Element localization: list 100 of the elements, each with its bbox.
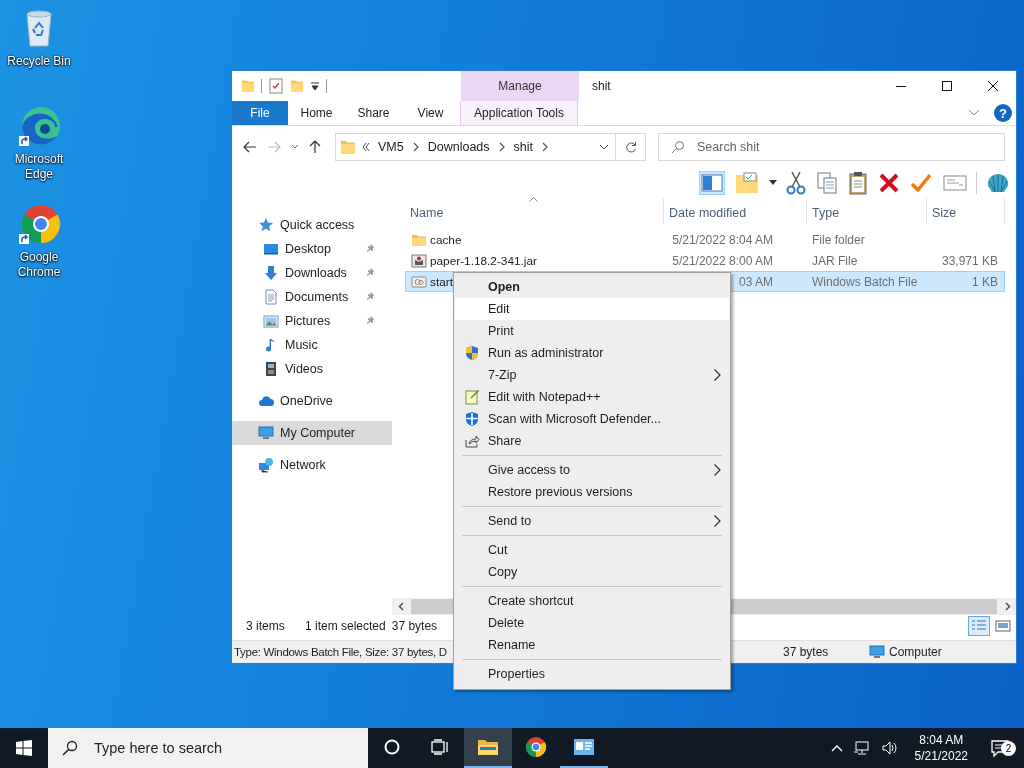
menu-item[interactable]: Give access to [455,459,729,481]
menu-item[interactable]: Edit with Notepad++ [455,386,729,408]
details-size: 37 bytes [783,645,830,659]
menu-item[interactable]: Print [455,320,729,342]
file-row[interactable]: paper-1.18.2-341.jar 5/21/2022 8:00 AM JAR File 33,971 KB [405,250,1005,271]
menu-item[interactable]: Edit [455,298,729,320]
network-icon[interactable] [852,740,871,756]
nav-item[interactable]: Quick access [232,213,392,237]
file-icon [411,273,427,290]
nav-item[interactable]: OneDrive [232,389,392,413]
chrome-icon [525,736,547,758]
menu-item[interactable]: Delete [455,612,729,634]
menu-item[interactable]: Share [455,430,729,452]
taskbar-search-input[interactable]: Type here to search [92,739,368,757]
selection-count: 1 item selected [305,619,386,633]
notification-button[interactable]: 2 [984,738,1016,758]
menu-item[interactable]: Copy [455,561,729,583]
delete-button[interactable] [877,171,901,195]
date-modified: 03 AM [737,274,773,289]
menu-item[interactable]: Send to [455,510,729,532]
search-icon [671,140,685,154]
paste-button[interactable] [846,169,870,197]
nav-item[interactable]: Music [232,333,392,357]
nav-item[interactable]: Downloads [232,261,392,285]
nav-item[interactable]: Network [232,453,392,477]
menu-item[interactable]: Run as administrator [455,342,729,364]
dropdown-icon[interactable] [599,144,609,150]
download-icon [263,265,279,281]
share-icon [463,433,480,449]
refresh-icon [624,141,637,153]
nav-item[interactable]: Pictures [232,309,392,333]
menu-item[interactable]: Cut [455,539,729,561]
back-icon[interactable] [243,141,257,153]
menu-item[interactable]: Restore previous versions [455,481,729,503]
overflow-chevron-icon[interactable] [362,142,370,152]
caret-up-icon[interactable] [830,744,843,752]
nav-item[interactable]: Videos [232,357,392,381]
notification-icon [990,738,1010,758]
taskbar-app-button[interactable] [464,728,512,768]
edge-icon[interactable] [17,104,61,148]
menu-item[interactable]: Properties [455,663,729,685]
chevron-right-icon [1004,602,1011,611]
checkmark-icon [910,173,932,193]
copy-icon [817,172,837,194]
shield-icon [463,345,480,361]
chrome-icon[interactable] [17,202,61,246]
volume-icon[interactable] [880,740,899,756]
preview-pane-button[interactable] [699,171,725,195]
column-header[interactable]: Date modified [664,198,807,224]
sort-caret-icon [529,197,538,202]
checkmark-button[interactable] [908,171,934,195]
cut-button[interactable] [784,169,808,197]
breadcrumb[interactable]: Downloads [425,140,492,154]
file-size: 33,971 KB [941,253,998,268]
ribbon-tab[interactable]: View [402,101,459,125]
file-type: File folder [812,232,865,247]
column-header[interactable]: Name [405,198,664,224]
app-icon [573,738,595,756]
expand-ribbon-icon[interactable] [968,109,980,117]
menu-item[interactable]: Open [455,276,729,298]
help-button[interactable]: ? [994,104,1012,122]
search-input[interactable]: Search shit [695,139,1004,155]
ribbon-tab[interactable]: Home [288,101,345,125]
file-row[interactable]: cache 5/21/2022 8:04 AM File folder [405,229,1005,250]
chevron-icon [411,142,420,152]
clock[interactable]: 8:04 AM 5/21/2022 [908,732,974,764]
menu-item[interactable]: 7-Zip [455,364,729,386]
up-icon[interactable] [309,140,321,154]
menu-item[interactable]: Create shortcut [455,590,729,612]
caret-icon[interactable] [310,81,320,91]
caret-icon[interactable] [769,180,777,186]
search-field[interactable]: Search shit [658,133,1005,161]
taskbar-search-field[interactable]: Type here to search [48,728,368,768]
ribbon-tab[interactable]: File [232,101,288,125]
file-size: 1 KB [972,274,998,289]
nav-item[interactable]: Desktop [232,237,392,261]
ribbon-tab[interactable]: Application Tools [460,101,578,125]
window-title: shit [592,79,611,93]
menu-item[interactable]: Scan with Microsoft Defender... [455,408,729,430]
file-type: Windows Batch File [812,274,918,289]
nav-item[interactable]: Documents [232,285,392,309]
monitor-icon [258,425,274,441]
breadcrumb[interactable]: shit [511,140,535,154]
breadcrumb[interactable]: VM5 [376,140,406,154]
envelope-icon [943,174,967,192]
star-icon [258,217,274,233]
shell-icon [986,172,1010,194]
column-header[interactable]: Size [927,198,1005,224]
dropdown-icon[interactable] [291,144,299,150]
properties-icon[interactable] [268,78,284,94]
date-modified: 5/21/2022 8:04 AM [671,232,773,247]
column-header[interactable]: Type [807,198,927,224]
address-bar[interactable]: VM5 Downloads shit [335,133,646,161]
circle-icon [384,739,400,755]
nav-item[interactable]: My Computer [232,421,392,445]
layout-pane-icon [701,173,723,193]
close-icon [988,81,998,91]
monitor-icon [869,644,885,660]
menu-item[interactable]: Rename [455,634,729,656]
ribbon-tab[interactable]: Share [345,101,402,125]
